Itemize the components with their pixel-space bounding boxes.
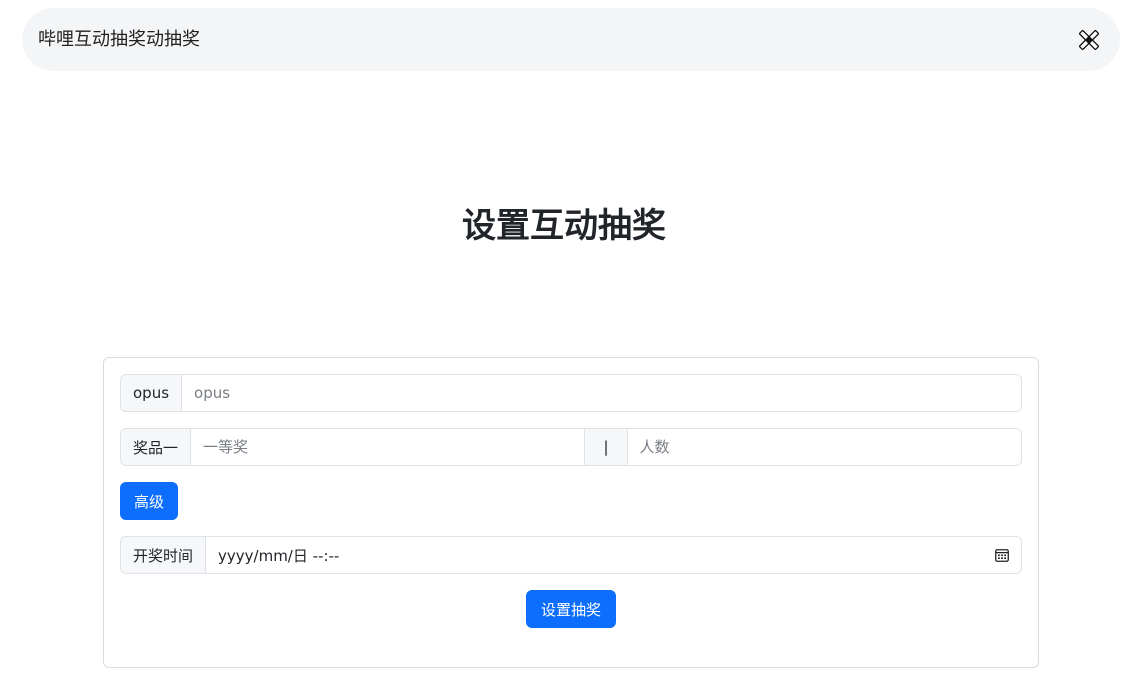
prize-count-input[interactable]: [628, 429, 1021, 465]
draw-time-value: yyyy/mm/日 --:--: [218, 545, 995, 566]
calendar-icon[interactable]: [995, 548, 1009, 562]
prize-label: 奖品一: [121, 429, 191, 465]
opus-input[interactable]: [182, 375, 1021, 411]
draw-time-label: 开奖时间: [121, 537, 206, 573]
draw-time-input-group: 开奖时间 yyyy/mm/日 --:--: [120, 536, 1022, 574]
brand-title[interactable]: 哔哩互动抽奖动抽奖: [38, 8, 200, 71]
draw-time-input[interactable]: yyyy/mm/日 --:--: [206, 537, 1021, 573]
navbar-toggle-button[interactable]: [1076, 27, 1102, 53]
opus-input-group: opus: [120, 374, 1022, 412]
submit-lottery-button[interactable]: 设置抽奖: [526, 590, 616, 628]
prize-name-input[interactable]: [191, 429, 584, 465]
page-title: 设置互动抽奖: [0, 198, 1128, 247]
advanced-button[interactable]: 高级: [120, 482, 178, 520]
prize-input-group: 奖品一 |: [120, 428, 1022, 466]
lottery-form-card: opus 奖品一 | 高级 开奖时间 yyyy/mm/日 --:-- 设置抽奖: [103, 357, 1039, 668]
opus-label: opus: [121, 375, 182, 411]
close-icon: [1076, 27, 1102, 53]
navbar: 哔哩互动抽奖动抽奖: [22, 8, 1120, 71]
prize-separator: |: [584, 429, 627, 465]
